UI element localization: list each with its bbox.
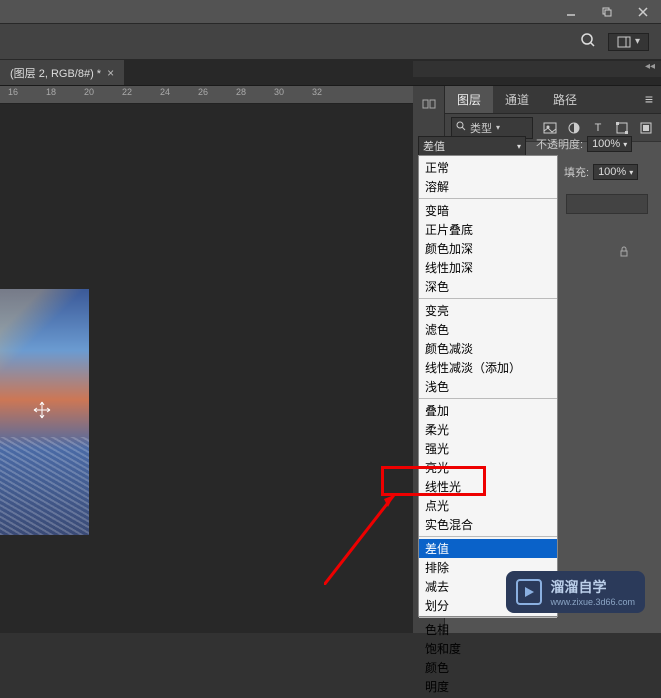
- blend-item-hardlight[interactable]: 强光: [419, 439, 557, 458]
- chevron-down-icon: ▾: [623, 140, 627, 149]
- ruler-mark: 22: [122, 87, 132, 97]
- fill-label: 填充:: [564, 164, 589, 180]
- search-small-icon: [456, 121, 466, 134]
- close-tab-icon[interactable]: ×: [107, 66, 114, 80]
- maximize-button[interactable]: [589, 0, 625, 24]
- chevron-down-icon: ▾: [517, 142, 521, 151]
- watermark: 溜溜自学 www.zixue.3d66.com: [506, 571, 645, 613]
- view-mode-button[interactable]: ▾: [608, 33, 649, 51]
- opacity-label: 不透明度:: [536, 136, 583, 152]
- blend-item-lighten[interactable]: 变亮: [419, 301, 557, 320]
- blend-item-linearburn[interactable]: 线性加深: [419, 258, 557, 277]
- blend-item-lightercolor[interactable]: 浅色: [419, 377, 557, 396]
- blend-item-darken[interactable]: 变暗: [419, 201, 557, 220]
- ruler-mark: 24: [160, 87, 170, 97]
- chevron-down-icon: ▾: [496, 123, 500, 132]
- panel-collapse-strip: ◂◂: [413, 61, 661, 77]
- panel-tabs: 图层 通道 路径 ≡: [445, 86, 661, 114]
- filter-type-label: 类型: [470, 120, 492, 136]
- filter-shape-icon[interactable]: [613, 119, 631, 137]
- blend-item-softlight[interactable]: 柔光: [419, 420, 557, 439]
- blend-item-colorburn[interactable]: 颜色加深: [419, 239, 557, 258]
- move-cursor-icon: [32, 400, 52, 425]
- panel-dock-icon[interactable]: [417, 92, 441, 116]
- blend-item-lineardodge[interactable]: 线性减淡（添加）: [419, 358, 557, 377]
- tab-channels[interactable]: 通道: [493, 86, 541, 113]
- blend-item-normal[interactable]: 正常: [419, 158, 557, 177]
- horizontal-ruler: 16 18 20 22 24 26 28 30 32: [0, 86, 413, 104]
- opacity-control: 不透明度: 100%▾: [536, 136, 632, 152]
- filter-adjust-icon[interactable]: [565, 119, 583, 137]
- blend-item-hardmix[interactable]: 实色混合: [419, 515, 557, 534]
- filter-icons: T: [541, 119, 655, 137]
- blend-group: 正常 溶解: [419, 156, 557, 199]
- document-tab[interactable]: (图层 2, RGB/8#) * ×: [0, 60, 125, 85]
- ruler-mark: 20: [84, 87, 94, 97]
- chevron-down-icon: ▾: [635, 36, 640, 47]
- blend-group: 变亮 滤色 颜色减淡 线性减淡（添加） 浅色: [419, 299, 557, 399]
- blend-item-dissolve[interactable]: 溶解: [419, 177, 557, 196]
- document-tab-title: (图层 2, RGB/8#) *: [10, 65, 101, 81]
- annotation-highlight-box: [381, 466, 486, 496]
- filter-text-icon[interactable]: T: [589, 119, 607, 137]
- filter-image-icon[interactable]: [541, 119, 559, 137]
- annotation-arrow: [324, 485, 424, 585]
- ruler-mark: 30: [274, 87, 284, 97]
- window-controls: [553, 0, 661, 24]
- collapse-arrow-icon[interactable]: ◂◂: [645, 61, 655, 77]
- blend-item-overlay[interactable]: 叠加: [419, 401, 557, 420]
- blend-item-colordodge[interactable]: 颜色减淡: [419, 339, 557, 358]
- blend-item-color[interactable]: 颜色: [419, 658, 557, 677]
- opacity-value-input[interactable]: 100%▾: [587, 136, 632, 152]
- blend-mode-value: 差值: [423, 138, 445, 154]
- ruler-mark: 26: [198, 87, 208, 97]
- filter-smart-icon[interactable]: [637, 119, 655, 137]
- minimize-button[interactable]: [553, 0, 589, 24]
- fill-control: 填充: 100%▾: [564, 164, 638, 180]
- ruler-mark: 32: [312, 87, 322, 97]
- window-titlebar: [0, 0, 661, 24]
- ruler-mark: 28: [236, 87, 246, 97]
- chevron-down-icon: ▾: [629, 168, 633, 177]
- blend-group: 色相 饱和度 颜色 明度: [419, 618, 557, 698]
- blend-item-pinlight[interactable]: 点光: [419, 496, 557, 515]
- tab-paths[interactable]: 路径: [541, 86, 589, 113]
- lock-icon: [618, 245, 630, 260]
- ruler-mark: 16: [8, 87, 18, 97]
- blend-group: 变暗 正片叠底 颜色加深 线性加深 深色: [419, 199, 557, 299]
- blend-item-difference[interactable]: 差值: [419, 539, 557, 558]
- layer-row-tail: [566, 194, 648, 214]
- watermark-url: www.zixue.3d66.com: [550, 597, 635, 607]
- watermark-logo-icon: [516, 579, 542, 605]
- blend-mode-dropdown: 正常 溶解 变暗 正片叠底 颜色加深 线性加深 深色 变亮 滤色 颜色减淡 线性…: [418, 155, 558, 617]
- close-button[interactable]: [625, 0, 661, 24]
- blend-item-hue[interactable]: 色相: [419, 620, 557, 639]
- blend-mode-select[interactable]: 差值 ▾: [418, 136, 526, 156]
- watermark-brand: 溜溜自学: [550, 577, 635, 597]
- blend-item-screen[interactable]: 滤色: [419, 320, 557, 339]
- tab-layers[interactable]: 图层: [445, 86, 493, 113]
- top-bar: ▾: [0, 24, 661, 60]
- fill-value-input[interactable]: 100%▾: [593, 164, 638, 180]
- blend-item-multiply[interactable]: 正片叠底: [419, 220, 557, 239]
- panel-menu-icon[interactable]: ≡: [637, 86, 661, 113]
- blend-item-saturation[interactable]: 饱和度: [419, 639, 557, 658]
- blend-item-darkercolor[interactable]: 深色: [419, 277, 557, 296]
- blend-item-luminosity[interactable]: 明度: [419, 677, 557, 696]
- ruler-mark: 18: [46, 87, 56, 97]
- search-icon[interactable]: [580, 32, 596, 51]
